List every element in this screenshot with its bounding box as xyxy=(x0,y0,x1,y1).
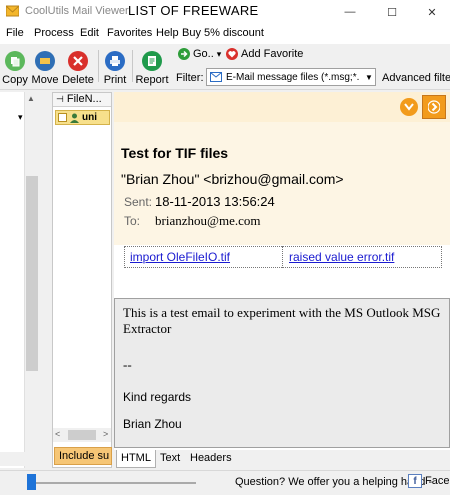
file-name: uni xyxy=(82,112,97,123)
tab-html[interactable]: HTML xyxy=(116,450,156,468)
app-logo-icon xyxy=(6,5,19,17)
report-label: Report xyxy=(135,74,169,86)
filter-label: Filter: xyxy=(176,72,204,84)
advanced-filter-button[interactable]: Advanced filter xyxy=(382,72,450,84)
expand-marker-icon[interactable]: ▾ xyxy=(18,112,23,123)
collapse-header-button[interactable] xyxy=(400,98,418,116)
move-button[interactable]: Move xyxy=(31,46,59,88)
envelope-icon xyxy=(210,72,222,82)
file-name-column-label: FileN... xyxy=(66,93,102,105)
checkbox[interactable] xyxy=(58,113,67,122)
filter-value: E-Mail message files (*.msg;*.em xyxy=(226,71,359,83)
to-label: To: xyxy=(124,214,141,228)
tab-text[interactable]: Text xyxy=(160,452,180,464)
chevron-right-icon xyxy=(428,100,440,114)
next-message-button[interactable] xyxy=(422,95,446,119)
user-icon xyxy=(70,113,79,123)
file-list-row[interactable]: uni xyxy=(55,110,110,125)
go-label: Go.. xyxy=(193,48,214,60)
report-button[interactable]: Report xyxy=(135,46,169,88)
facebook-link[interactable]: f Facebo xyxy=(408,474,450,488)
folder-scroll-thumb[interactable] xyxy=(26,176,38,371)
toolbar-separator xyxy=(98,50,99,82)
scroll-right-icon[interactable]: > xyxy=(103,429,108,439)
progress-slider-track[interactable] xyxy=(36,482,196,484)
delete-icon xyxy=(68,51,88,71)
to-value: brianzhou@me.com xyxy=(155,213,261,228)
signature-name: Brian Zhou xyxy=(123,417,182,431)
tab-headers[interactable]: Headers xyxy=(190,452,232,464)
move-label: Move xyxy=(31,74,59,86)
move-icon xyxy=(35,51,55,71)
go-arrow-icon xyxy=(178,48,190,60)
print-icon xyxy=(105,51,125,71)
delete-button[interactable]: Delete xyxy=(62,46,94,88)
scroll-up-icon[interactable]: ▲ xyxy=(27,94,35,103)
app-name: CoolUtils Mail Viewer xyxy=(25,5,129,17)
message-from: "Brian Zhou" <brizhou@gmail.com> xyxy=(121,171,344,187)
sent-label: Sent: xyxy=(124,195,153,209)
menu-help[interactable]: Help xyxy=(156,27,179,39)
filter-select[interactable]: E-Mail message files (*.msg;*.em ▼ xyxy=(206,68,376,86)
attachment-link[interactable]: import OleFileIO.tif xyxy=(130,250,230,264)
copy-button[interactable]: Copy xyxy=(0,46,30,88)
help-question-text: Question? We offer you a helping hand - xyxy=(235,476,433,488)
print-label: Print xyxy=(103,74,127,86)
signature-separator: -- xyxy=(123,357,132,372)
signature-regards: Kind regards xyxy=(123,390,192,404)
progress-slider-thumb[interactable] xyxy=(27,474,36,490)
copy-label: Copy xyxy=(2,74,28,86)
heart-icon xyxy=(226,48,238,60)
facebook-icon: f xyxy=(408,474,422,488)
copy-icon xyxy=(5,51,25,71)
menu-process[interactable]: Process xyxy=(34,27,74,39)
toolbar-separator xyxy=(132,50,133,82)
dropdown-arrow-icon: ▼ xyxy=(365,72,373,82)
scroll-left-icon[interactable]: < xyxy=(55,429,60,439)
delete-label: Delete xyxy=(62,74,94,86)
close-button[interactable]: ✕ xyxy=(414,0,450,24)
window-title: LIST OF FREEWARE xyxy=(128,3,259,18)
message-subject: Test for TIF files xyxy=(121,145,229,161)
menu-edit[interactable]: Edit xyxy=(80,27,99,39)
attachment-divider xyxy=(282,246,283,268)
report-icon xyxy=(142,51,162,71)
minimize-button[interactable]: — xyxy=(330,0,370,24)
include-subfolders-button[interactable]: Include su xyxy=(54,447,112,465)
menu-favorites[interactable]: Favorites xyxy=(107,27,152,39)
go-button[interactable]: Go.. ▾ xyxy=(178,48,221,60)
attachment-link[interactable]: raised value error.tif xyxy=(289,250,394,264)
sent-value: 18-11-2013 13:56:24 xyxy=(155,194,275,209)
file-list-scroll-thumb[interactable] xyxy=(68,430,96,440)
file-name-column-header[interactable]: ⊣ FileN... xyxy=(53,93,111,107)
pin-icon: ⊣ xyxy=(56,94,64,104)
folder-horizontal-scrollbar[interactable] xyxy=(0,452,40,466)
print-button[interactable]: Print xyxy=(102,46,128,88)
add-favorite-label: Add Favorite xyxy=(241,48,304,60)
chevron-down-icon: ▾ xyxy=(216,48,222,59)
file-list-pane[interactable] xyxy=(52,92,112,468)
facebook-label: Facebo xyxy=(425,475,450,487)
message-body-text: This is a test email to experiment with … xyxy=(123,305,441,336)
menu-buy-discount[interactable]: Buy 5% discount xyxy=(182,27,264,39)
menu-file[interactable]: File xyxy=(6,27,24,39)
maximize-button[interactable]: ☐ xyxy=(372,0,412,24)
add-favorite-button[interactable]: Add Favorite xyxy=(226,48,303,60)
chevron-down-icon xyxy=(404,103,414,111)
